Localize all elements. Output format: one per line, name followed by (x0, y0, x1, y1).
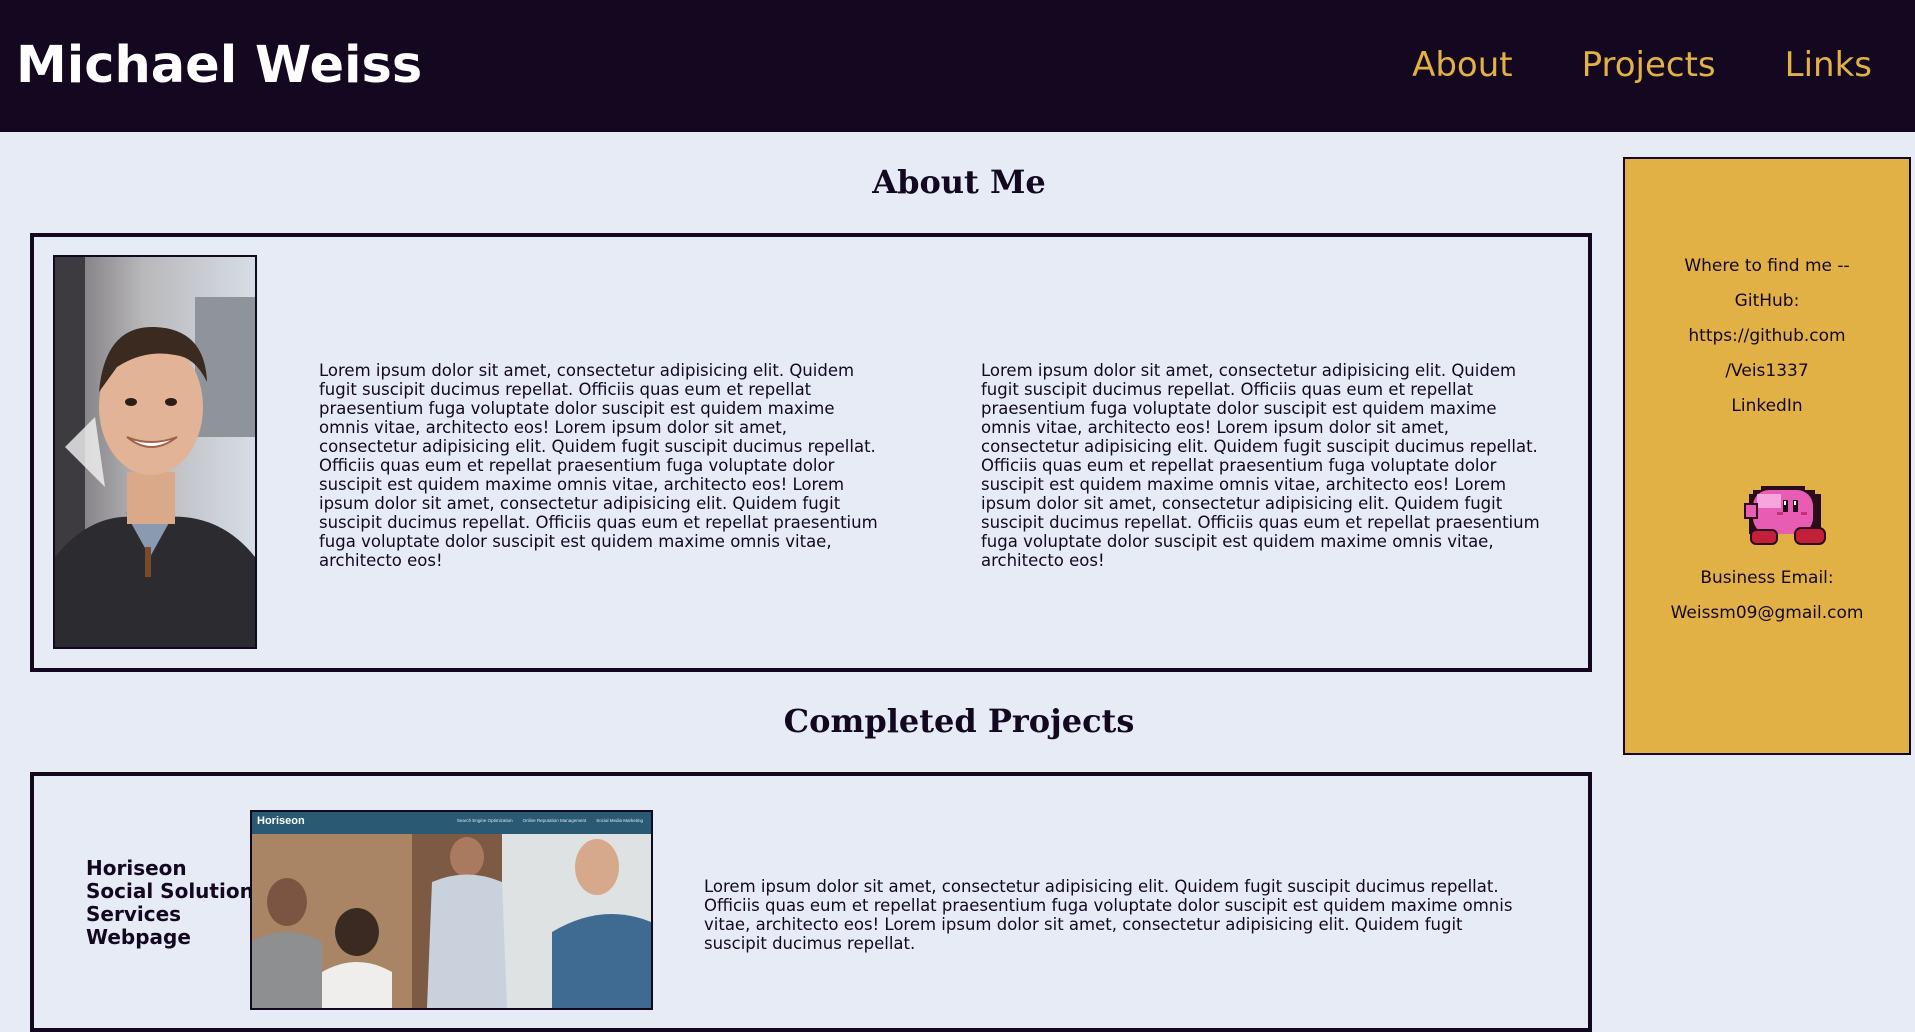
nav-links-link[interactable]: Links (1785, 44, 1872, 86)
github-label-link[interactable]: GitHub: (1625, 290, 1909, 312)
about-paragraph: Lorem ipsum dolor sit amet, consectetur … (319, 361, 878, 570)
nav-about-link[interactable]: About (1412, 44, 1513, 86)
github-url-link-continued[interactable]: /Veis1337 (1625, 360, 1909, 382)
about-paragraph: Lorem ipsum dolor sit amet, consectetur … (981, 361, 1540, 570)
contact-sidebar: Where to find me -- GitHub: https://gith… (1623, 157, 1911, 755)
about-section: Lorem ipsum dolor sit amet, consectetur … (30, 233, 1592, 672)
linkedin-link[interactable]: LinkedIn (1625, 395, 1909, 417)
project-title: Horiseon Social Solution Services Webpag… (86, 856, 254, 949)
project-screenshot-nav-item: Social Media Marketing (596, 818, 643, 823)
project-screenshot[interactable]: Horiseon Search Engine Optimization Onli… (250, 810, 653, 1010)
project-screenshot-photo (252, 812, 651, 1008)
project-description: Lorem ipsum dolor sit amet, consectetur … (704, 877, 1513, 953)
kirby-sprite-icon (1744, 486, 1826, 545)
project-screenshot-header: Horiseon Search Engine Optimization Onli… (252, 812, 651, 834)
project-screenshot-nav-item: Search Engine Optimization (456, 818, 513, 823)
projects-section: Horiseon Social Solution Services Webpag… (30, 772, 1592, 1032)
project-screenshot-nav-item: Online Reputation Management (522, 818, 587, 823)
email-label: Business Email: (1700, 568, 1834, 588)
profile-photo (53, 255, 257, 649)
email-link[interactable]: Weissm09@gmail.com (1625, 602, 1909, 624)
site-title: Michael Weiss (16, 36, 423, 95)
site-header: Michael Weiss About Projects Links (0, 0, 1915, 132)
nav-projects-link[interactable]: Projects (1582, 44, 1716, 86)
project-screenshot-brand: Horiseon (257, 815, 305, 827)
main-nav: About Projects Links (1412, 44, 1872, 86)
project-screenshot-nav: Search Engine Optimization Online Reputa… (457, 818, 643, 823)
profile-photo-illustration (55, 257, 255, 647)
github-url-link[interactable]: https://github.com (1625, 325, 1909, 347)
sidebar-intro: Where to find me -- (1684, 256, 1850, 276)
